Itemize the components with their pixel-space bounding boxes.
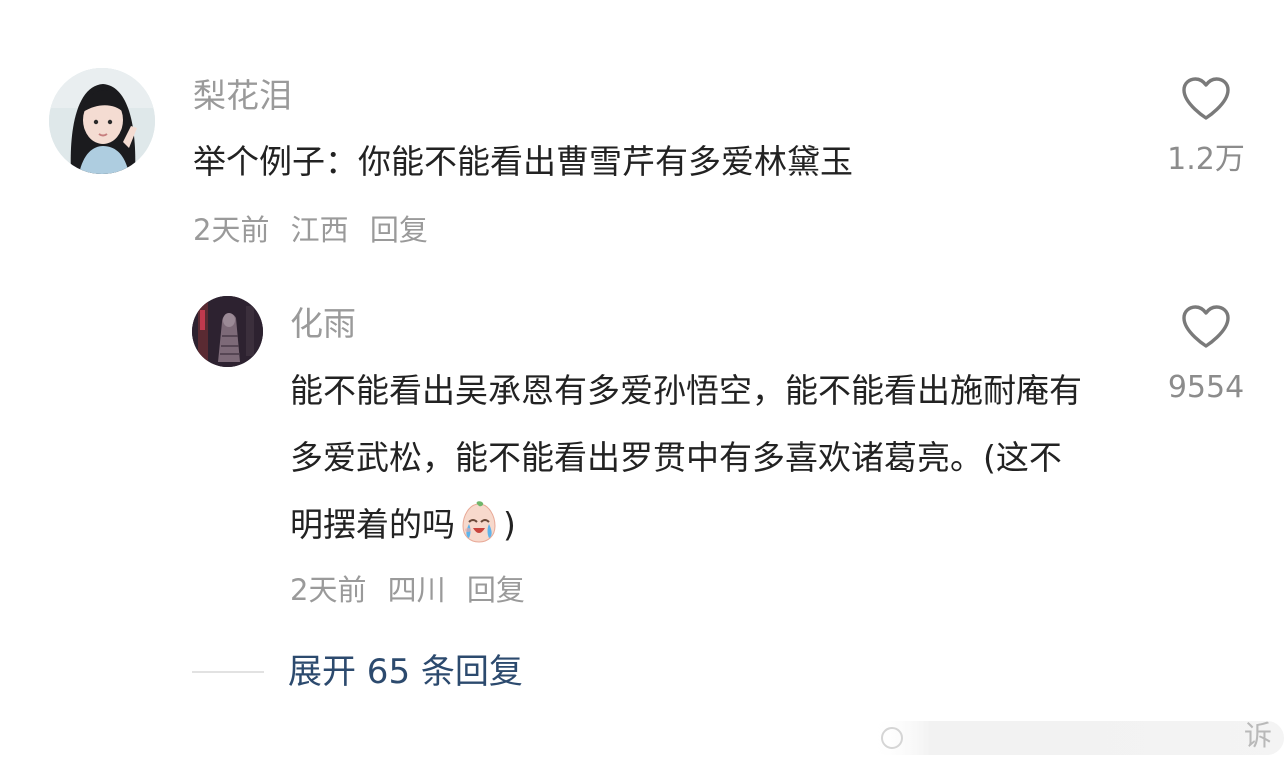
heart-outline-icon [1182,77,1230,120]
dark-art-avatar-icon [192,296,263,367]
like-button[interactable]: 1.2万 [1156,76,1256,178]
reply-location: 四川 [387,573,446,607]
reply-like-count: 9554 [1167,370,1245,405]
reply-text: 能不能看出吴承恩有多爱孙悟空，能不能看出施耐庵有多爱武松，能不能看出罗贯中有多喜… [290,357,1090,558]
expand-divider [192,671,264,673]
reply-button[interactable]: 回复 [370,213,428,247]
reply-text-end: ) [503,505,516,544]
heart-outline-icon [1182,305,1230,348]
reply-meta: 2天前 四川 回复 [290,572,525,608]
reply-like-button[interactable]: 9554 [1156,304,1256,406]
comment-meta: 2天前 江西 回复 [193,212,428,248]
reply-reply-button[interactable]: 回复 [467,573,525,607]
expand-replies-button[interactable]: 展开 65 条回复 [288,650,523,694]
crying-face-emoji-icon [462,501,496,543]
comment-username[interactable]: 梨花泪 [193,76,292,116]
comment-time: 2天前 [193,213,270,247]
user-avatar-huayu[interactable] [192,296,263,367]
watermark-stripe [870,721,1284,755]
watermark-text: 诉 [1243,719,1272,752]
reply-time: 2天前 [290,573,367,607]
comment-location: 江西 [290,213,349,247]
reply-username[interactable]: 化雨 [290,304,356,344]
avatar-photo-icon [49,68,155,174]
reply-text-main: 能不能看出吴承恩有多爱孙悟空，能不能看出施耐庵有多爱武松，能不能看出罗贯中有多喜… [290,371,1082,544]
user-avatar-lihualei[interactable] [49,68,155,174]
comment-text: 举个例子：你能不能看出曹雪芹有多爱林黛玉 [193,142,853,181]
like-count: 1.2万 [1167,142,1245,177]
